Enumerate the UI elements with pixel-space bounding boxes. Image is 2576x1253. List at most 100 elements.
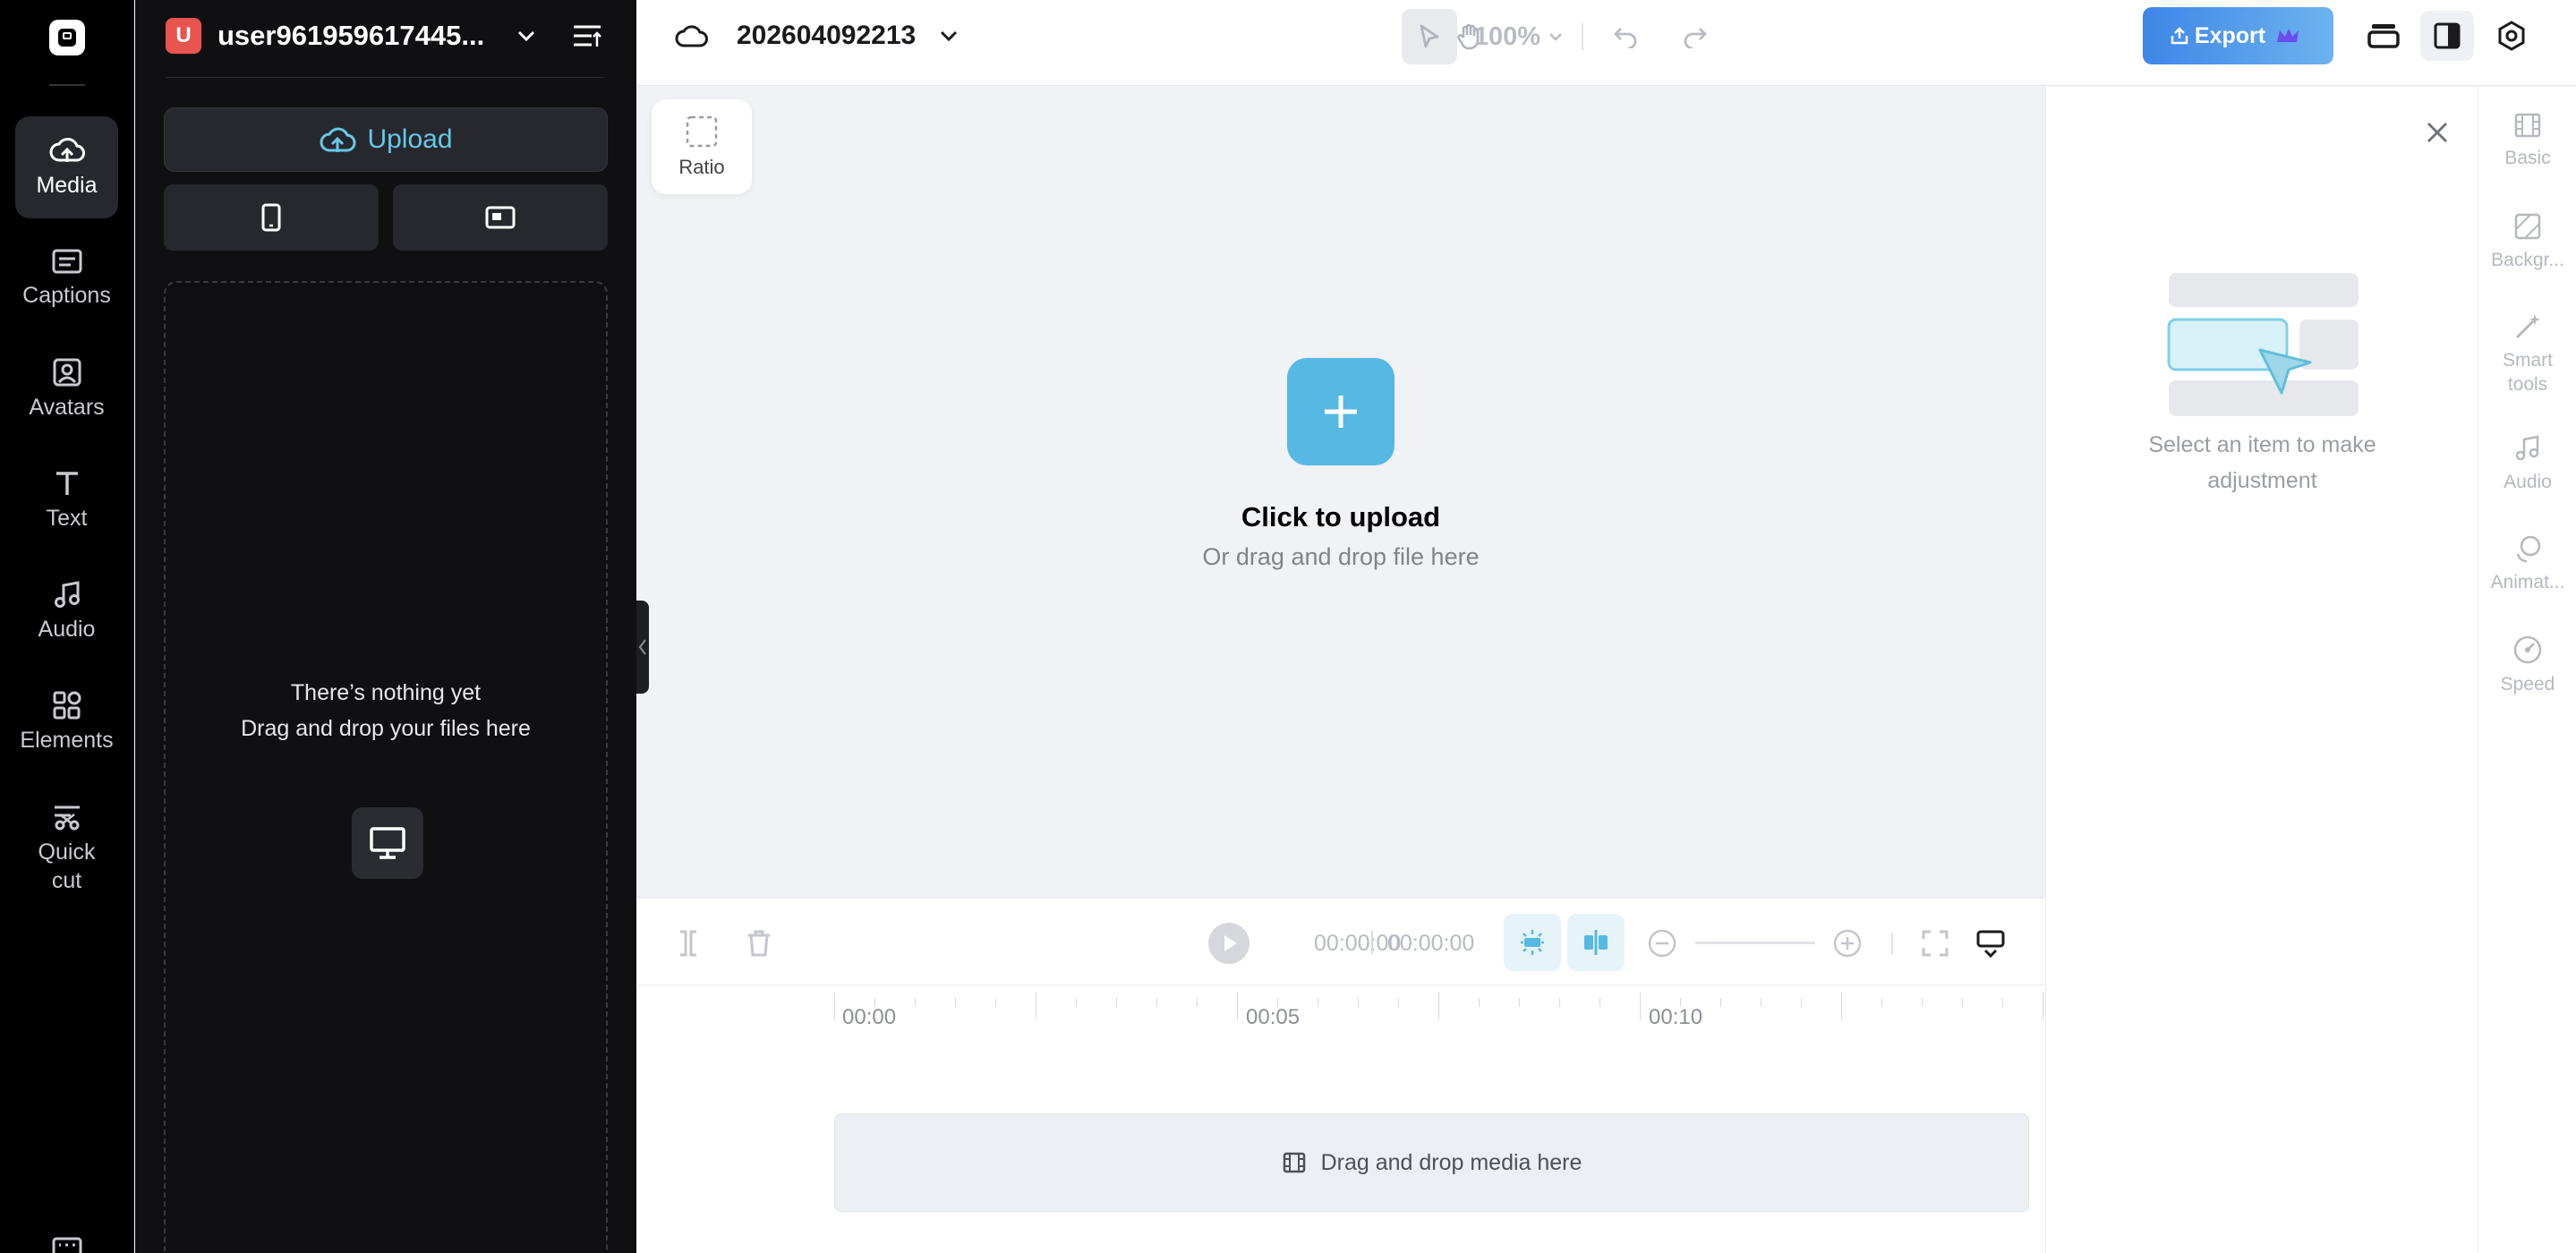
properties-tabs: Basic Backgr... Smart tools Audio Animat…	[2478, 87, 2576, 1253]
plus-icon	[1325, 396, 1357, 428]
collapse-panel-handle[interactable]	[636, 601, 649, 694]
pointer-icon	[1420, 24, 1439, 48]
play-icon	[1208, 923, 1250, 964]
sidebar-item-label: Elements	[20, 728, 114, 753]
timeline-drop-zone[interactable]: Drag and drop media here	[834, 1113, 2029, 1212]
track-display-button[interactable]	[1975, 918, 2007, 968]
upload-button[interactable]: Upload	[164, 107, 608, 172]
tab-background[interactable]: Backgr...	[2478, 212, 2576, 272]
empty-selection-message: Select an item to make adjustment	[2148, 432, 2376, 493]
chevron-down-icon[interactable]	[1542, 9, 1569, 64]
sidebar-item-label: Captions	[22, 283, 111, 308]
time-divider	[1371, 931, 1373, 954]
chevron-down-icon[interactable]	[516, 30, 536, 42]
upload-from-computer-button[interactable]	[352, 807, 423, 879]
layers-icon	[2367, 24, 2400, 48]
animation-icon	[2516, 535, 2541, 563]
close-button[interactable]	[2422, 117, 2452, 148]
ruler-tick	[1398, 998, 1399, 1007]
add-media-button[interactable]	[1287, 358, 1395, 465]
export-label: Export	[2194, 22, 2266, 48]
zoom-level[interactable]: 100%	[1471, 9, 1543, 64]
split-button[interactable]	[675, 918, 702, 968]
gear-icon	[2498, 21, 2525, 51]
zoom-slider[interactable]	[1695, 942, 1815, 944]
chevron-down-icon[interactable]	[939, 30, 959, 42]
tab-audio[interactable]: Audio	[2478, 434, 2576, 494]
sidebar-item-quick-cut[interactable]: Quick cut	[15, 788, 118, 909]
ruler-tick	[834, 993, 835, 1019]
ruler-tick	[1438, 993, 1439, 1019]
play-button[interactable]	[1206, 918, 1252, 968]
zoom-in-button[interactable]	[1831, 918, 1864, 968]
fullscreen-button[interactable]	[1919, 918, 1951, 968]
sort-menu-icon[interactable]	[572, 22, 602, 49]
music-note-icon	[2515, 435, 2539, 461]
media-dropzone[interactable]: There’s nothing yet Drag and drop your f…	[164, 281, 608, 1253]
undo-button[interactable]	[1603, 9, 1648, 64]
app-logo[interactable]	[49, 20, 85, 55]
ruler-label: 00:05	[1246, 1005, 1301, 1029]
drop-label: Drag and drop media here	[1320, 1149, 1582, 1175]
redo-button[interactable]	[1673, 9, 1718, 64]
sidebar-item-captions[interactable]: Captions	[15, 227, 118, 329]
canvas-area: Ratio Click to upload Or drag and drop f…	[636, 87, 2045, 898]
auto-link-toggle[interactable]	[1567, 914, 1625, 971]
empty-title: There’s nothing yet	[290, 680, 482, 705]
toggle-panel-button[interactable]	[2420, 11, 2474, 61]
upload-label: Upload	[367, 124, 453, 154]
tab-smart-tools[interactable]: Smart tools	[2478, 312, 2576, 396]
sidebar-item-label: Media	[36, 173, 98, 198]
ruler-tick	[2002, 998, 2003, 1007]
elements-icon	[53, 691, 81, 720]
magic-wand-icon	[2515, 314, 2540, 339]
ruler-tick	[1599, 998, 1600, 1007]
ruler-tick	[1076, 998, 1077, 1007]
tab-speed[interactable]: Speed	[2478, 635, 2576, 696]
timeline: 00:00:00 00:00:00 00:00 00:05 00:10 Drag…	[636, 898, 2045, 1253]
tab-label: Audio	[2503, 472, 2552, 492]
ruler-tick	[1922, 998, 1923, 1007]
quick-cut-icon	[54, 806, 80, 831]
top-bar: 202604092213 100% Export	[636, 0, 2576, 86]
export-button[interactable]: Export	[2143, 7, 2333, 64]
layers-button[interactable]	[2357, 11, 2410, 61]
ruler-label: 00:10	[1649, 1005, 1703, 1029]
keyboard-icon[interactable]	[52, 1237, 82, 1253]
phone-icon	[261, 203, 281, 232]
upload-title[interactable]: Click to upload	[636, 501, 2045, 533]
text-icon	[55, 472, 78, 495]
ruler-tick	[1801, 998, 1802, 1007]
empty-subtitle: Drag and drop your files here	[241, 716, 531, 741]
upload-from-phone-button[interactable]	[164, 184, 379, 251]
ratio-icon	[686, 115, 718, 148]
ruler-tick	[1277, 998, 1278, 1007]
snap-toggle[interactable]	[1504, 914, 1561, 971]
sidebar-item-label: Quick cut	[38, 840, 96, 893]
settings-button[interactable]	[2485, 11, 2538, 61]
redo-icon	[1684, 28, 1707, 48]
delete-button[interactable]	[744, 918, 774, 968]
ratio-button[interactable]: Ratio	[652, 99, 752, 194]
sidebar-item-text[interactable]: Text	[15, 449, 118, 551]
tab-animation[interactable]: Animat...	[2478, 534, 2576, 594]
cloud-upload-icon	[320, 127, 356, 152]
project-title[interactable]: 202604092213	[674, 18, 959, 54]
zoom-out-button[interactable]	[1646, 918, 1678, 968]
ruler-tick	[874, 998, 875, 1007]
tab-basic[interactable]: Basic	[2478, 112, 2576, 170]
sidebar-item-avatars[interactable]: Avatars	[15, 338, 118, 440]
total-time: 00:00:00	[1387, 931, 1475, 956]
rail-divider	[49, 84, 85, 86]
sidebar-item-elements[interactable]: Elements	[15, 671, 118, 773]
record-screen-button[interactable]	[393, 184, 608, 251]
timeline-ruler[interactable]: 00:00 00:05 00:10	[636, 984, 2045, 1038]
ruler-tick	[1841, 993, 1842, 1019]
account-switcher[interactable]: U user961959617445...	[166, 18, 613, 54]
media-panel: U user961959617445... Upload There’s not…	[135, 0, 636, 1253]
film-icon	[2514, 113, 2541, 138]
sidebar-item-media[interactable]: Media	[15, 116, 118, 218]
chevron-left-icon	[638, 639, 646, 655]
sidebar-item-audio[interactable]: Audio	[15, 560, 118, 662]
fullscreen-icon	[1922, 930, 1949, 957]
